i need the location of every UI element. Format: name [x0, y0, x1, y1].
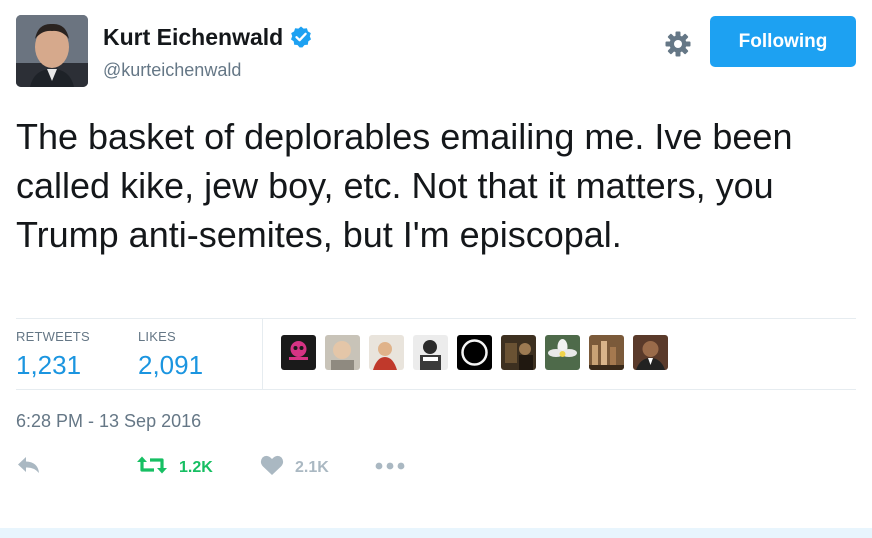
tweet-card: Kurt Eichenwald @kurteichenwald Followin… [0, 0, 872, 538]
liker-avatars [281, 335, 677, 370]
reply-icon [16, 454, 42, 481]
likes-label: LIKES [138, 329, 176, 344]
retweet-icon [136, 454, 168, 481]
liker-avatar[interactable] [413, 335, 448, 370]
retweet-count: 1.2K [179, 458, 213, 476]
gear-icon[interactable] [664, 30, 692, 58]
more-button[interactable] [374, 458, 406, 476]
reply-area-band [0, 528, 872, 538]
liker-avatar[interactable] [369, 335, 404, 370]
stats-divider [262, 319, 263, 389]
likes-count: 2,091 [138, 350, 204, 380]
like-button[interactable]: 2.1K [260, 454, 329, 481]
liker-avatar[interactable] [281, 335, 316, 370]
retweets-stat[interactable]: RETWEETS 1,231 [16, 329, 90, 380]
likes-stat[interactable]: LIKES 2,091 [138, 329, 203, 380]
author-name[interactable]: Kurt Eichenwald [103, 22, 283, 52]
liker-avatar[interactable] [589, 335, 624, 370]
author-name-row: Kurt Eichenwald [103, 22, 313, 52]
tweet-text: The basket of deplorables emailing me. I… [16, 116, 793, 255]
verified-badge-icon [289, 25, 313, 49]
following-button[interactable]: Following [710, 16, 856, 67]
like-count: 2.1K [295, 458, 329, 476]
retweet-button[interactable]: 1.2K [136, 454, 213, 481]
liker-avatar[interactable] [545, 335, 580, 370]
liker-avatar[interactable] [633, 335, 668, 370]
reply-button[interactable] [16, 454, 42, 481]
heart-icon [260, 454, 284, 481]
more-dots-icon [374, 458, 406, 476]
tweet-timestamp[interactable]: 6:28 PM - 13 Sep 2016 [16, 409, 201, 433]
author-handle[interactable]: @kurteichenwald [103, 58, 241, 82]
liker-avatar[interactable] [457, 335, 492, 370]
retweets-label: RETWEETS [16, 329, 90, 344]
tweet-stats: RETWEETS 1,231 LIKES 2,091 [16, 318, 856, 390]
avatar[interactable] [16, 15, 88, 87]
liker-avatar[interactable] [325, 335, 360, 370]
liker-avatar[interactable] [501, 335, 536, 370]
retweets-count: 1,231 [16, 350, 82, 380]
